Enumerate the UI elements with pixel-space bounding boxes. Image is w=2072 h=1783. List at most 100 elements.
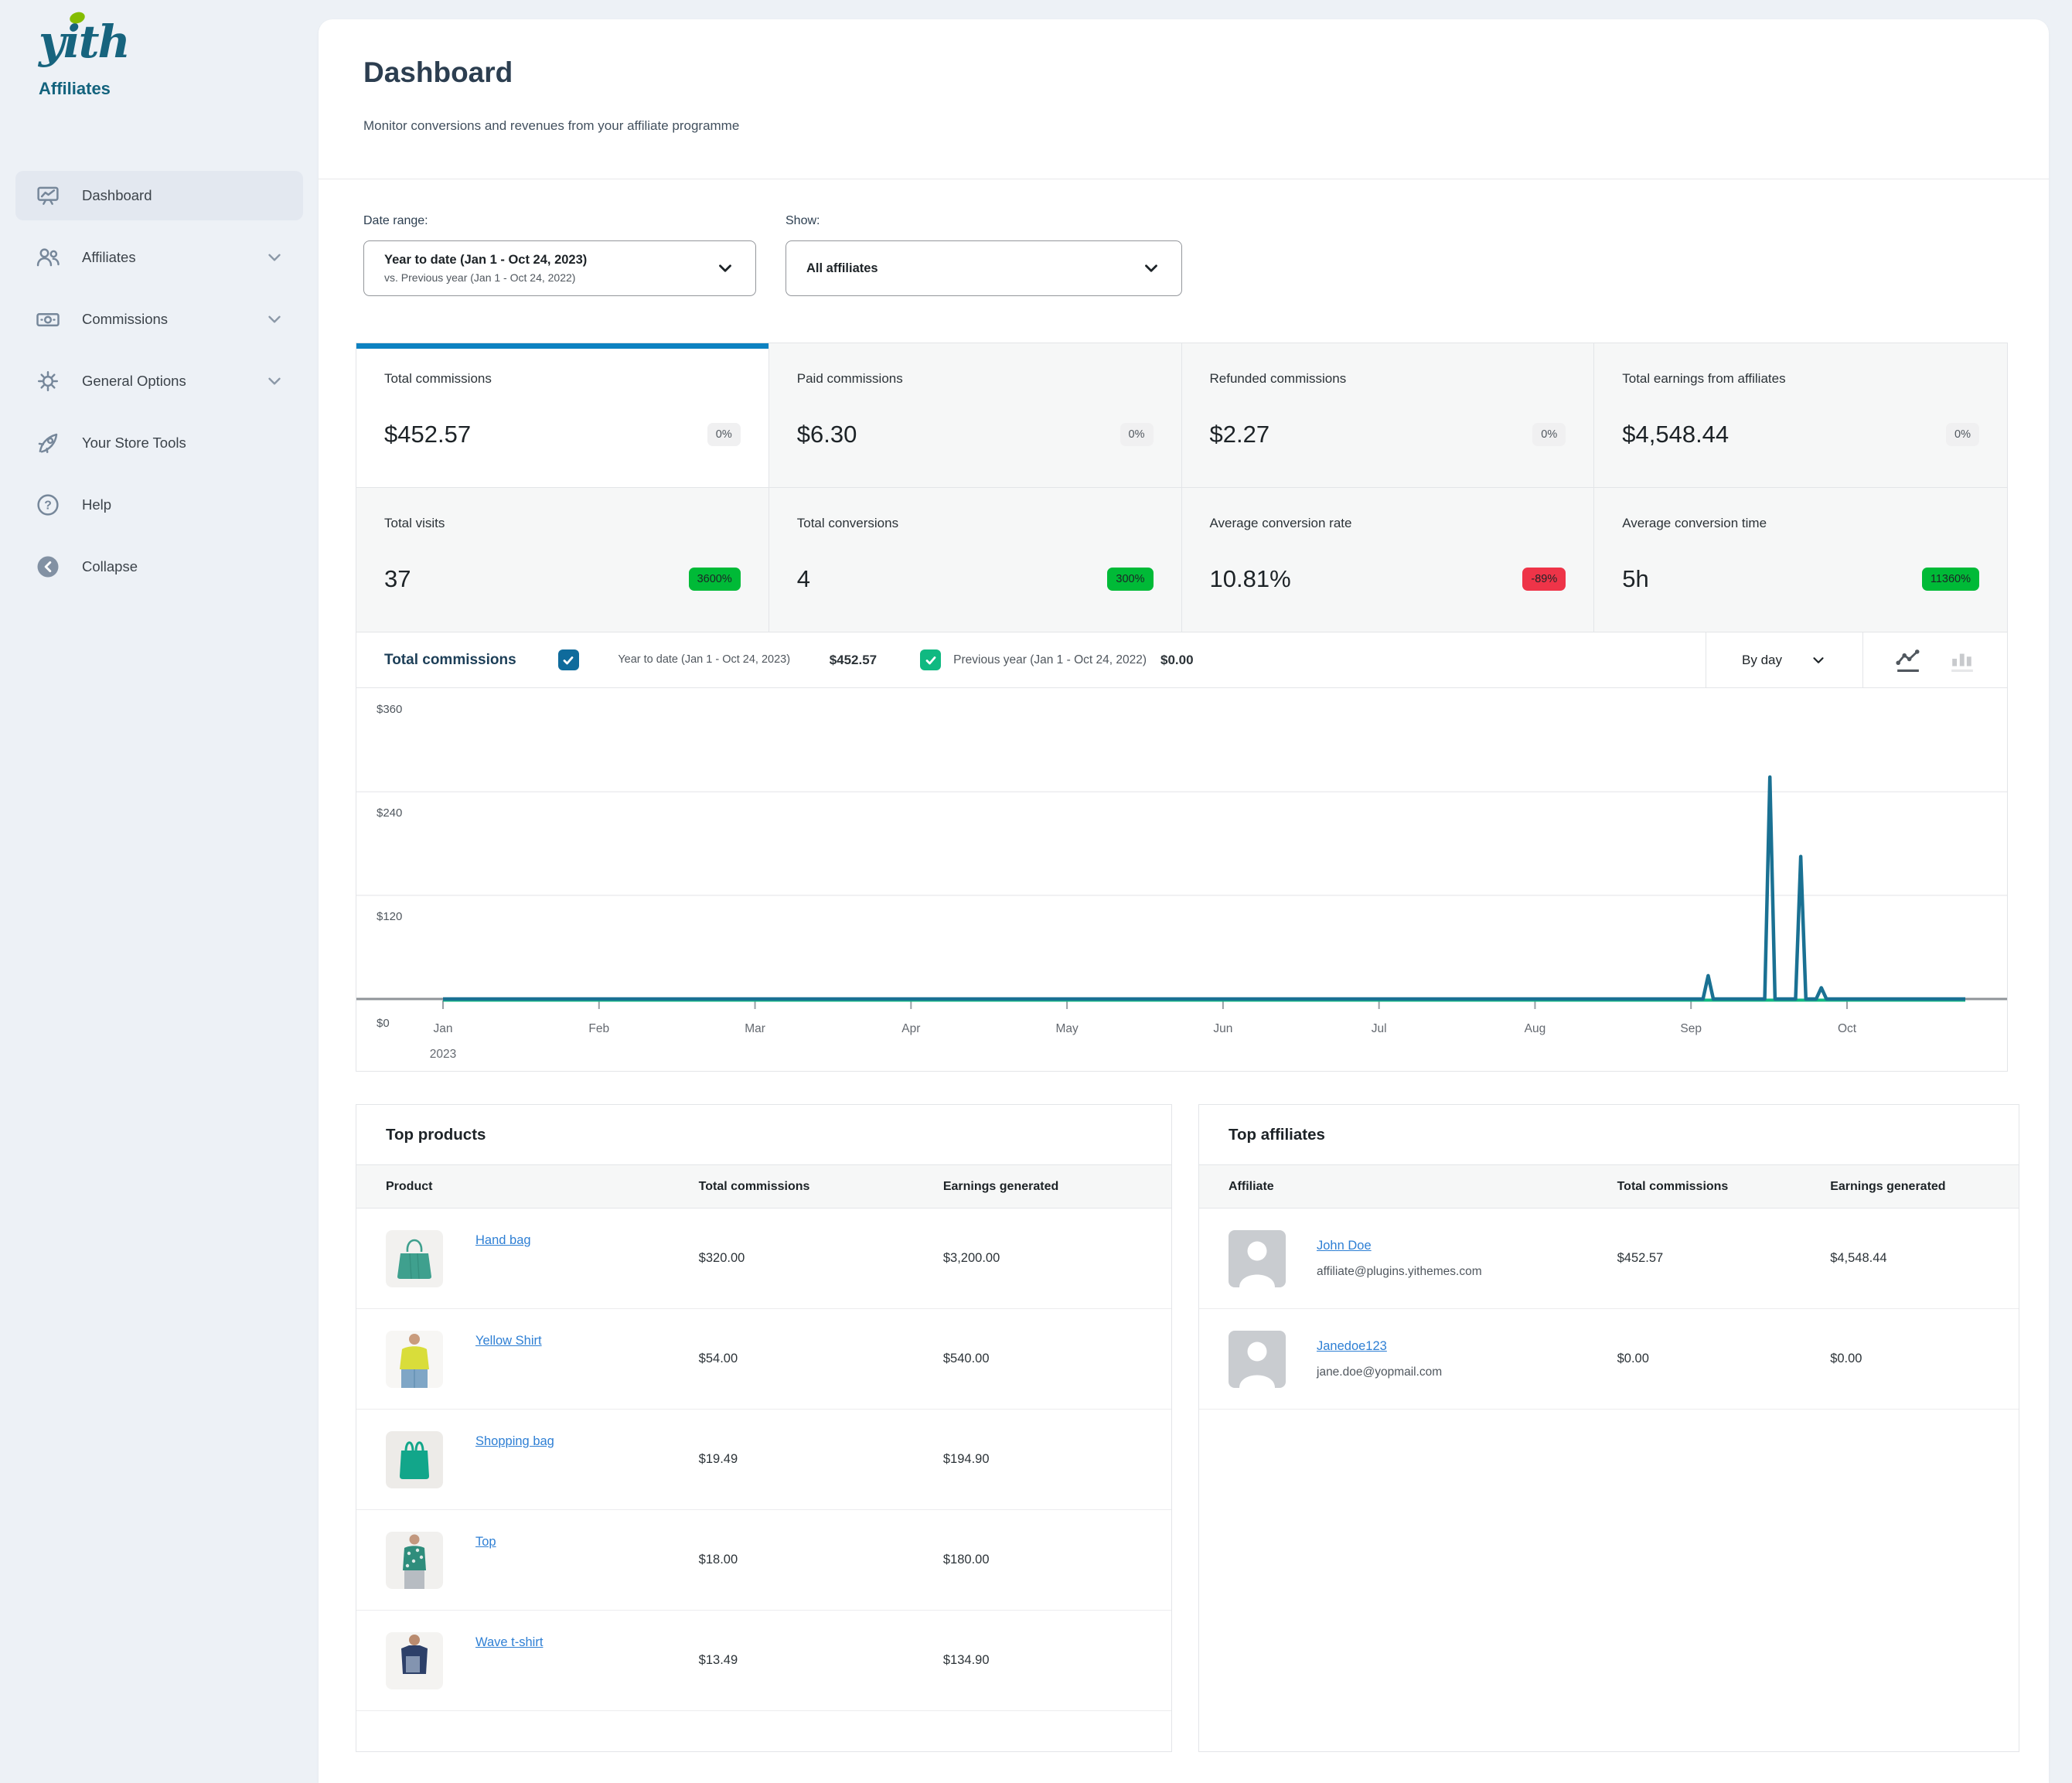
chart-canvas: $360$240$120$0JanFebMarAprMayJunJulAugSe… xyxy=(356,688,2007,1071)
chevron-down-icon xyxy=(264,309,285,329)
x-axis-label: Jun xyxy=(1213,1022,1232,1035)
product-link[interactable]: Hand bag xyxy=(475,1233,531,1248)
chevron-down-icon xyxy=(1141,258,1161,278)
product-commissions: $13.49 xyxy=(699,1653,943,1668)
date-range-current: Year to date (Jan 1 - Oct 24, 2023) xyxy=(384,253,587,268)
commissions-chart[interactable]: $360$240$120$0JanFebMarAprMayJunJulAugSe… xyxy=(356,688,2007,1071)
column-header-earnings: Earnings generated xyxy=(943,1180,1171,1194)
plugin-name: Affiliates xyxy=(39,79,129,99)
banknote-icon xyxy=(34,305,62,333)
product-earnings: $540.00 xyxy=(943,1352,1171,1366)
x-axis-label: Jan xyxy=(434,1022,453,1035)
main-content: Dashboard Monitor conversions and revenu… xyxy=(319,19,2049,1783)
stat-label: Paid commissions xyxy=(797,371,1154,387)
column-header-earnings: Earnings generated xyxy=(1830,1180,2019,1194)
sidebar-item-label: Commissions xyxy=(82,311,168,328)
product-image-shopping-bag xyxy=(386,1431,443,1488)
x-axis-label: May xyxy=(1055,1022,1079,1035)
sidebar: yith Affiliates Dashboard Affiliates Com… xyxy=(0,0,319,1783)
sidebar-item-general-options[interactable]: General Options xyxy=(15,356,303,406)
product-commissions: $54.00 xyxy=(699,1352,943,1366)
page-header: Dashboard Monitor conversions and revenu… xyxy=(319,19,2049,179)
product-image-yellow-shirt xyxy=(386,1331,443,1388)
stat-card-refunded-commissions[interactable]: Refunded commissions $2.270% xyxy=(1182,343,1595,488)
x-axis-label: Mar xyxy=(745,1022,765,1035)
chevron-down-icon xyxy=(1810,652,1827,669)
stat-card-total-earnings[interactable]: Total earnings from affiliates $4,548.44… xyxy=(1594,343,2007,488)
affiliates-select[interactable]: All affiliates xyxy=(786,240,1182,296)
line-chart-icon[interactable] xyxy=(1896,647,1920,673)
product-earnings: $134.90 xyxy=(943,1653,1171,1668)
stat-card-avg-conversion-rate[interactable]: Average conversion rate 10.81%-89% xyxy=(1182,488,1595,632)
date-range-group: Date range: Year to date (Jan 1 - Oct 24… xyxy=(363,214,756,296)
stat-card-total-visits[interactable]: Total visits 373600% xyxy=(356,488,769,632)
product-image-top xyxy=(386,1532,443,1589)
product-link[interactable]: Yellow Shirt xyxy=(475,1334,542,1348)
stats-grid: Total commissions $452.570% Paid commiss… xyxy=(356,343,2007,632)
affiliate-commissions: $0.00 xyxy=(1617,1352,1831,1366)
current-year-line xyxy=(443,777,1965,999)
sidebar-item-help[interactable]: ? Help xyxy=(15,480,303,530)
x-axis-label: Apr xyxy=(901,1022,920,1035)
trend-badge: 0% xyxy=(1946,423,1979,446)
date-range-select[interactable]: Year to date (Jan 1 - Oct 24, 2023) vs. … xyxy=(363,240,756,296)
table-row: Top $18.00 $180.00 xyxy=(356,1510,1171,1611)
trend-badge: 0% xyxy=(707,423,741,446)
sidebar-item-label: Collapse xyxy=(82,558,138,575)
svg-text:?: ? xyxy=(44,499,52,513)
series1-checkbox[interactable] xyxy=(558,649,579,670)
table-row: John Doe affiliate@plugins.yithemes.com … xyxy=(1199,1209,2019,1309)
sidebar-item-collapse[interactable]: Collapse xyxy=(15,542,303,591)
bar-chart-icon[interactable] xyxy=(1950,647,1975,673)
sidebar-item-your-store-tools[interactable]: Your Store Tools xyxy=(15,418,303,468)
interval-select[interactable]: By day xyxy=(1706,632,1862,687)
product-link[interactable]: Wave t-shirt xyxy=(475,1635,543,1650)
date-range-compare: vs. Previous year (Jan 1 - Oct 24, 2022) xyxy=(384,271,587,284)
stat-label: Total conversions xyxy=(797,516,1154,531)
series1-value: $452.57 xyxy=(830,653,877,668)
column-header-affiliate: Affiliate xyxy=(1199,1180,1617,1194)
stat-card-avg-conversion-time[interactable]: Average conversion time 5h11360% xyxy=(1594,488,2007,632)
table-row: Janedoe123 jane.doe@yopmail.com $0.00 $0… xyxy=(1199,1309,2019,1410)
chart-title: Total commissions xyxy=(384,652,516,669)
show-group: Show: All affiliates xyxy=(786,214,1182,296)
y-axis-label: $0 xyxy=(377,1017,390,1030)
product-link[interactable]: Shopping bag xyxy=(475,1434,554,1449)
series2-checkbox[interactable] xyxy=(920,649,941,670)
affiliate-commissions: $452.57 xyxy=(1617,1251,1831,1266)
top-affiliates-header: Affiliate Total commissions Earnings gen… xyxy=(1199,1164,2019,1209)
affiliates-select-value: All affiliates xyxy=(806,261,878,276)
stat-value: $6.30 xyxy=(797,421,857,448)
table-row: Wave t-shirt $13.49 $134.90 xyxy=(356,1611,1171,1711)
dashboard-icon xyxy=(34,182,62,210)
product-image-hand-bag xyxy=(386,1230,443,1287)
x-axis-label: Sep xyxy=(1680,1022,1702,1035)
stat-card-paid-commissions[interactable]: Paid commissions $6.30 0% xyxy=(769,343,1182,488)
stat-card-total-conversions[interactable]: Total conversions 4300% xyxy=(769,488,1182,632)
stat-card-total-commissions[interactable]: Total commissions $452.570% xyxy=(356,343,769,488)
sidebar-item-affiliates[interactable]: Affiliates xyxy=(15,233,303,282)
sidebar-item-label: Your Store Tools xyxy=(82,435,186,452)
product-link[interactable]: Top xyxy=(475,1535,496,1549)
product-commissions: $320.00 xyxy=(699,1251,943,1266)
stat-value: $452.57 xyxy=(384,421,471,448)
stat-label: Total visits xyxy=(384,516,741,531)
trend-badge: 0% xyxy=(1120,423,1154,446)
affiliate-link[interactable]: Janedoe123 xyxy=(1317,1339,1442,1354)
table-row: Hand bag $320.00 $3,200.00 xyxy=(356,1209,1171,1309)
sidebar-item-label: Dashboard xyxy=(82,187,152,204)
overview-widget: Total commissions $452.57 0% Paid commiss… xyxy=(356,343,2008,1072)
y-axis-label: $120 xyxy=(377,910,402,923)
show-label: Show: xyxy=(786,214,1182,228)
x-axis-label: Oct xyxy=(1838,1022,1857,1035)
stat-value: $2.27 xyxy=(1210,421,1270,448)
sidebar-item-commissions[interactable]: Commissions xyxy=(15,295,303,344)
product-earnings: $3,200.00 xyxy=(943,1251,1171,1266)
affiliate-earnings: $0.00 xyxy=(1830,1352,2019,1366)
stat-value: 4 xyxy=(797,565,810,593)
top-products-header: Product Total commissions Earnings gener… xyxy=(356,1164,1171,1209)
sidebar-item-label: Help xyxy=(82,496,111,513)
table-row: Yellow Shirt $54.00 $540.00 xyxy=(356,1309,1171,1410)
affiliate-link[interactable]: John Doe xyxy=(1317,1239,1482,1253)
sidebar-item-dashboard[interactable]: Dashboard xyxy=(15,171,303,220)
